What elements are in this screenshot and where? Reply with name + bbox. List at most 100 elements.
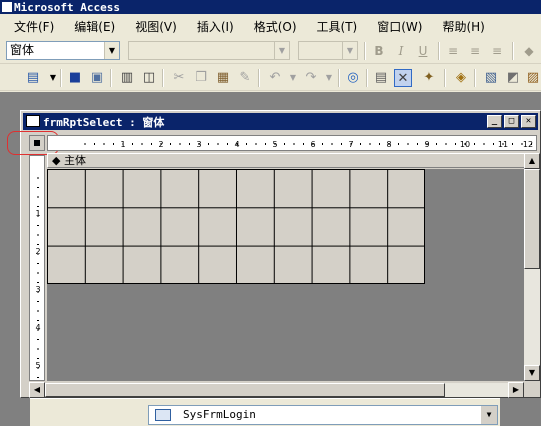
- fill-color-icon[interactable]: ◆: [520, 42, 538, 60]
- save-icon[interactable]: ■: [66, 69, 84, 87]
- menu-edit[interactable]: 编辑(E): [64, 16, 125, 37]
- align-right-icon[interactable]: ≡: [488, 42, 506, 60]
- form-icon: [26, 115, 40, 127]
- detail-section-grid[interactable]: [47, 169, 425, 284]
- copy-icon[interactable]: ❐: [192, 69, 210, 87]
- toolbar-separator: [60, 69, 62, 87]
- vertical-scroll-thumb[interactable]: [524, 169, 540, 269]
- ruler-h-label: 8: [386, 140, 391, 149]
- view-icon[interactable]: ▤: [24, 69, 42, 87]
- ruler-h-label: 11: [498, 140, 508, 149]
- file-search-icon[interactable]: ▣: [88, 69, 106, 87]
- detail-section-header[interactable]: ◆ 主体: [47, 153, 525, 168]
- close-icon[interactable]: ✕: [521, 115, 536, 128]
- chevron-down-icon[interactable]: ▼: [284, 69, 302, 87]
- bold-button[interactable]: B: [370, 42, 388, 60]
- print-icon[interactable]: ▥: [118, 69, 136, 87]
- scroll-up-icon[interactable]: ▲: [524, 153, 540, 169]
- cut-icon[interactable]: ✂: [170, 69, 188, 87]
- ruler-h-label: 4: [234, 140, 239, 149]
- toolbar-separator: [474, 69, 476, 87]
- toolbar-separator: [364, 42, 366, 60]
- ruler-h-label: 10: [460, 140, 470, 149]
- lower-window-partial: SysFrmLogin ▼: [30, 398, 500, 426]
- menu-tools[interactable]: 工具(T): [307, 16, 368, 37]
- scroll-left-icon[interactable]: ◀: [29, 382, 45, 398]
- object-combo-value: 窗体: [10, 43, 35, 57]
- menu-format[interactable]: 格式(O): [244, 16, 307, 37]
- section-arrow-icon: ◆: [52, 154, 61, 167]
- form-title-bar[interactable]: frmRptSelect : 窗体 _ □ ✕: [23, 113, 538, 130]
- horizontal-scroll-thumb[interactable]: [45, 383, 445, 397]
- align-center-icon[interactable]: ≡: [466, 42, 484, 60]
- toolbar-separator: [444, 69, 446, 87]
- toolbar-separator: [258, 69, 260, 87]
- horizontal-ruler-ticks: 1 2 3 4 5 6 7 8 9 10 11 12: [84, 140, 533, 149]
- ruler-v-label: 5: [35, 361, 40, 370]
- toolbar-separator: [512, 42, 514, 60]
- align-left-icon[interactable]: ≡: [444, 42, 462, 60]
- toolbox-icon[interactable]: ✕: [394, 69, 412, 87]
- code-icon[interactable]: ◈: [452, 69, 470, 87]
- toolbar-separator: [438, 42, 440, 60]
- paste-icon[interactable]: ▦: [214, 69, 232, 87]
- autoformat-icon[interactable]: ✦: [420, 69, 438, 87]
- object-list-combo[interactable]: SysFrmLogin ▼: [148, 405, 498, 425]
- vertical-ruler[interactable]: 1 2 3 4 5: [29, 155, 45, 381]
- ruler-v-label: 1: [35, 209, 40, 218]
- chevron-down-icon[interactable]: ▼: [104, 42, 119, 59]
- undo-icon[interactable]: ↶: [266, 69, 284, 87]
- menu-view[interactable]: 视图(V): [125, 16, 187, 37]
- ruler-h-label: 1: [120, 140, 125, 149]
- scroll-right-icon[interactable]: ▶: [508, 382, 524, 398]
- access-app-icon: [2, 2, 12, 12]
- ruler-h-label: 6: [310, 140, 315, 149]
- menu-window[interactable]: 窗口(W): [367, 16, 432, 37]
- toolbar-separator: [162, 69, 164, 87]
- hyperlink-icon[interactable]: ◎: [344, 69, 362, 87]
- vertical-ruler-ticks: 1 2 3 4 5: [35, 177, 41, 378]
- chevron-down-icon[interactable]: ▼: [274, 42, 289, 59]
- app-title: Microsoft Access: [14, 0, 120, 14]
- form-title: frmRptSelect : 窗体: [43, 115, 165, 129]
- ruler-h-label: 7: [348, 140, 353, 149]
- form-design-canvas[interactable]: [47, 169, 525, 381]
- properties-icon[interactable]: ▧: [482, 69, 500, 87]
- field-list-icon[interactable]: ▤: [372, 69, 390, 87]
- format-painter-icon[interactable]: ✎: [236, 69, 254, 87]
- toolbar-separator: [338, 69, 340, 87]
- ruler-v-label: 4: [35, 323, 40, 332]
- standard-toolbar: ▤ ▼ ■ ▣ ▥ ◫ ✂ ❐ ▦ ✎ ↶ ▼ ↷ ▼ ◎ ▤ ✕ ✦ ◈ ▧ …: [0, 65, 541, 91]
- ruler-h-label: 9: [424, 140, 429, 149]
- chevron-down-icon[interactable]: ▼: [320, 69, 338, 87]
- menu-insert[interactable]: 插入(I): [187, 16, 244, 37]
- minimize-icon[interactable]: _: [487, 115, 502, 128]
- app-title-bar[interactable]: Microsoft Access: [0, 0, 541, 14]
- build-icon[interactable]: ◩: [504, 69, 522, 87]
- maximize-icon[interactable]: □: [504, 115, 519, 128]
- toolbar-separator: [366, 69, 368, 87]
- vertical-scrollbar[interactable]: ▲ ▼: [524, 153, 540, 381]
- menu-help[interactable]: 帮助(H): [432, 16, 494, 37]
- database-window-icon[interactable]: ▨: [524, 69, 541, 87]
- formatting-toolbar: 窗体 ▼ ▼ ▼ B I U ≡ ≡ ≡ ◆: [0, 38, 541, 64]
- form-icon: [155, 409, 171, 421]
- underline-button[interactable]: U: [414, 42, 432, 60]
- font-size-combo[interactable]: ▼: [298, 41, 358, 60]
- horizontal-scrollbar[interactable]: ◀ ▶: [29, 382, 524, 398]
- ruler-h-label: 5: [272, 140, 277, 149]
- italic-button[interactable]: I: [392, 42, 410, 60]
- horizontal-ruler[interactable]: 1 2 3 4 5 6 7 8 9 10 11 12: [47, 135, 537, 151]
- print-preview-icon[interactable]: ◫: [140, 69, 158, 87]
- chevron-down-icon[interactable]: ▼: [481, 406, 497, 424]
- ruler-h-label: 2: [158, 140, 163, 149]
- object-combo[interactable]: 窗体 ▼: [6, 41, 120, 60]
- ruler-v-label: 2: [35, 247, 40, 256]
- chevron-down-icon[interactable]: ▼: [342, 42, 357, 59]
- scroll-down-icon[interactable]: ▼: [524, 365, 540, 381]
- menu-bar: 文件(F) 编辑(E) 视图(V) 插入(I) 格式(O) 工具(T) 窗口(W…: [0, 15, 541, 37]
- menu-file[interactable]: 文件(F): [4, 16, 64, 37]
- ruler-h-label: 3: [196, 140, 201, 149]
- redo-icon[interactable]: ↷: [302, 69, 320, 87]
- font-name-combo[interactable]: ▼: [128, 41, 290, 60]
